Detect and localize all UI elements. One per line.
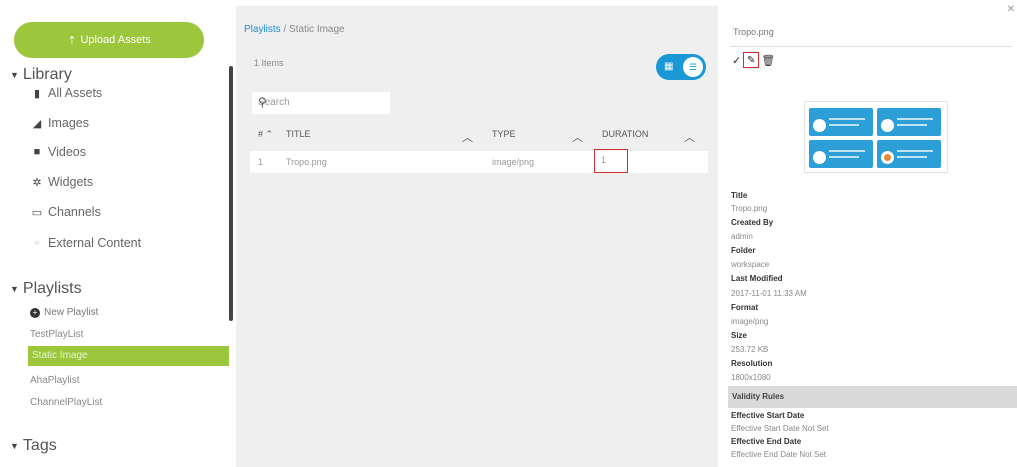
field-value-effective-end: Effective End Date Not Set <box>731 450 827 459</box>
search-input[interactable]: Search ⚲ <box>252 92 390 114</box>
field-value-last-modified: 2017-11-01 11:33 AM <box>731 289 807 298</box>
column-duration[interactable]: DURATION <box>602 129 648 139</box>
playlist-item[interactable]: ChannelPlayList <box>30 397 102 408</box>
table-row[interactable]: 1 Tropo.png image/png <box>250 151 708 173</box>
field-label-last-modified: Last Modified <box>731 274 783 283</box>
trash-icon[interactable]: 🗑 <box>761 54 775 67</box>
close-icon[interactable]: ✕ <box>1007 4 1015 15</box>
library-section-header[interactable]: ▼ Library <box>10 66 72 84</box>
field-value-title: Tropo.png <box>731 204 768 213</box>
playlist-content: Playlists / Static Image 1 Items ▦ ☰ Sea… <box>236 6 718 467</box>
upload-assets-button[interactable]: ⇡ Upload Assets <box>14 22 204 58</box>
column-number[interactable]: # ⌃ <box>258 129 273 140</box>
field-label-effective-end: Effective End Date <box>731 437 802 446</box>
field-label-effective-start: Effective Start Date <box>731 411 805 420</box>
row-number: 1 <box>258 157 264 167</box>
sidebar-item-channels[interactable]: ▭ Channels <box>30 205 101 219</box>
caret-down-icon: ▼ <box>10 284 19 294</box>
field-label-title: Title <box>731 191 748 200</box>
asset-thumbnail <box>804 101 948 173</box>
thumbnail-tile <box>877 140 941 168</box>
field-value-format: image/png <box>731 317 769 326</box>
library-label: Library <box>22 66 72 83</box>
tags-section-header[interactable]: ▼ Tags <box>10 437 57 455</box>
table-header: # ⌃ TITLE ︿ TYPE ︿ DURATION ︿ <box>250 121 708 151</box>
breadcrumb-playlists-link[interactable]: Playlists <box>244 24 281 35</box>
playlists-label: Playlists <box>22 280 82 297</box>
divider <box>730 46 1012 47</box>
video-icon: ■ <box>33 146 41 158</box>
sidebar-item-widgets[interactable]: ✲ Widgets <box>30 175 93 189</box>
field-label-format: Format <box>731 303 759 312</box>
column-type[interactable]: TYPE <box>492 129 516 139</box>
external-icon: ▫ <box>35 237 39 249</box>
field-value-resolution: 1800x1080 <box>731 373 771 382</box>
sidebar-item-all-assets[interactable]: ▮ All Assets <box>30 86 102 100</box>
playlists-section-header[interactable]: ▼ Playlists <box>10 280 82 298</box>
field-label-created-by: Created By <box>731 218 774 227</box>
chevron-up-icon[interactable]: ︿ <box>684 129 695 145</box>
search-icon: ⚲ <box>258 95 267 109</box>
field-label-folder: Folder <box>731 246 756 255</box>
sidebar-item-images[interactable]: ◢ Images <box>30 116 89 130</box>
sidebar-item-label: All Assets <box>48 86 103 100</box>
validity-rules-header[interactable]: Validity Rules <box>728 386 1017 408</box>
sidebar-item-label: Widgets <box>48 175 94 189</box>
breadcrumb-current: Static Image <box>289 24 345 35</box>
plus-circle-icon: + <box>30 307 40 318</box>
new-playlist-label: New Playlist <box>44 307 99 318</box>
gear-icon: ✲ <box>32 176 42 189</box>
sidebar-scrollbar[interactable] <box>229 66 233 321</box>
asset-details-panel: ✕ Tropo.png ✓ ✎ 🗑 Title Tropo.png Create… <box>718 0 1017 467</box>
file-icon: ▮ <box>33 87 41 100</box>
sidebar-item-label: External Content <box>48 236 142 250</box>
chevron-up-icon[interactable]: ︿ <box>462 129 473 145</box>
edit-pencil-icon[interactable]: ✎ <box>743 52 760 68</box>
asset-file-title: Tropo.png <box>733 27 774 37</box>
breadcrumb-separator: / <box>283 24 287 35</box>
check-icon[interactable]: ✓ <box>732 54 741 67</box>
field-value-folder: workspace <box>731 260 770 269</box>
column-title[interactable]: TITLE <box>286 129 311 139</box>
field-value-effective-start: Effective Start Date Not Set <box>731 424 829 433</box>
row-duration: 1 <box>601 155 607 165</box>
tags-label: Tags <box>22 437 57 454</box>
sidebar-item-label: Channels <box>48 205 101 219</box>
field-value-created-by: admin <box>731 232 753 241</box>
sidebar: ⇡ Upload Assets ▼ Library ▮ All Assets ◢… <box>0 0 236 467</box>
sidebar-item-videos[interactable]: ■ Videos <box>30 145 86 159</box>
playlist-item-label: Static Image <box>32 350 88 361</box>
row-type: image/png <box>492 157 535 167</box>
row-title: Tropo.png <box>286 157 327 167</box>
field-label-size: Size <box>731 331 748 340</box>
breadcrumb: Playlists / Static Image <box>244 24 345 35</box>
field-value-size: 253.72 KB <box>731 345 769 354</box>
view-toggle[interactable]: ▦ ☰ <box>656 54 706 80</box>
upload-icon: ⇡ <box>67 34 77 47</box>
items-count: 1 Items <box>254 58 284 68</box>
thumbnail-tile <box>877 108 941 136</box>
thumbnail-tile <box>809 108 873 136</box>
duration-input-highlighted[interactable]: 1 <box>594 149 628 173</box>
validity-rules-label: Validity Rules <box>732 392 785 401</box>
playlist-item[interactable]: AhaPlaylist <box>30 375 79 386</box>
field-label-resolution: Resolution <box>731 359 773 368</box>
caret-down-icon: ▼ <box>10 441 19 451</box>
list-icon: ☰ <box>683 57 703 77</box>
new-playlist-button[interactable]: + New Playlist <box>30 307 98 318</box>
monitor-icon: ▭ <box>31 206 43 219</box>
image-icon: ◢ <box>32 117 42 130</box>
asset-toolbar: ✓ ✎ 🗑 <box>732 52 777 68</box>
thumbnail-tile <box>809 140 873 168</box>
playlist-item-selected[interactable]: Static Image <box>28 346 229 366</box>
upload-assets-label: Upload Assets <box>80 34 151 46</box>
chevron-up-icon[interactable]: ︿ <box>572 129 583 145</box>
caret-down-icon: ▼ <box>10 70 19 80</box>
playlist-item[interactable]: TestPlayList <box>30 329 83 340</box>
sidebar-item-label: Videos <box>48 145 86 159</box>
grid-icon: ▦ <box>664 61 674 72</box>
sidebar-item-external-content[interactable]: ▫ External Content <box>30 236 141 250</box>
sidebar-item-label: Images <box>48 116 89 130</box>
